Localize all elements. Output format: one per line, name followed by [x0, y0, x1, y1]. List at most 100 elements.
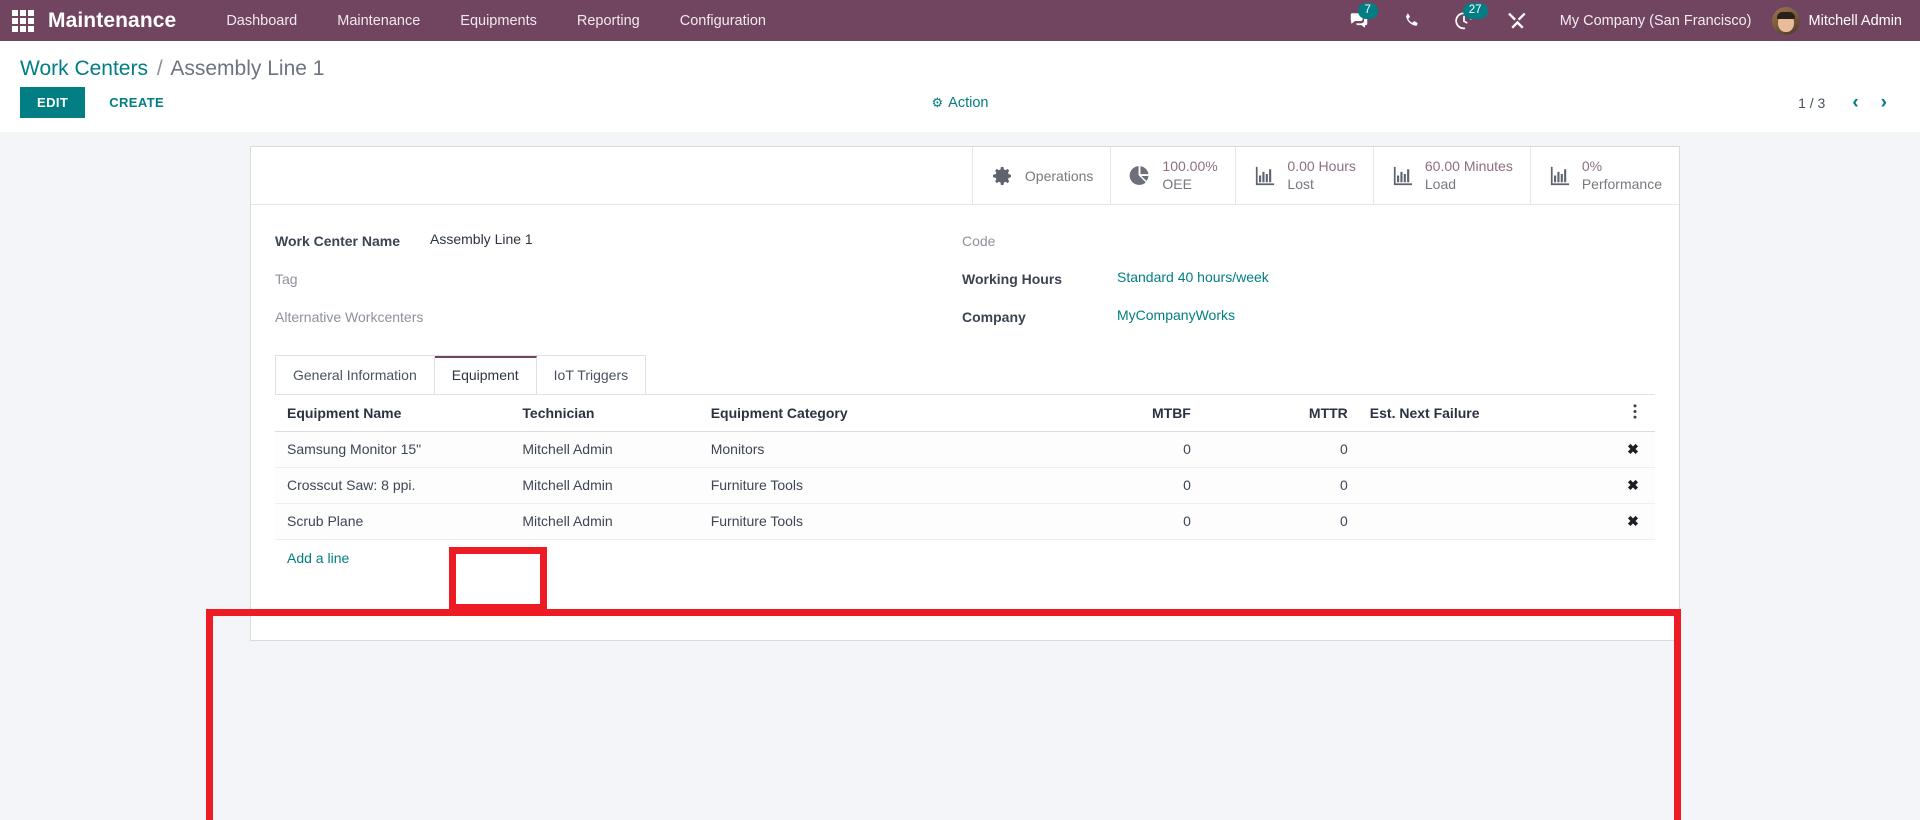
cell-equipment-name[interactable]: Crosscut Saw: 8 ppi. — [275, 467, 511, 504]
gear-icon: ⚙ — [931, 94, 944, 110]
field-group-working-hours: Working Hours Standard 40 hours/week — [962, 269, 1649, 289]
breadcrumb-current: Assembly Line 1 — [170, 57, 325, 80]
remove-row-icon[interactable]: ✖ — [1627, 477, 1639, 493]
app-brand-title[interactable]: Maintenance — [48, 9, 176, 33]
pager-count: 1 / 3 — [1798, 94, 1826, 111]
field-label-alternative-workcenters: Alternative Workcenters — [275, 308, 424, 325]
remove-row-icon[interactable]: ✖ — [1627, 513, 1639, 529]
cell-technician[interactable]: Mitchell Admin — [510, 431, 699, 468]
messages-icon[interactable]: 7 — [1332, 0, 1386, 41]
breadcrumb-root[interactable]: Work Centers — [20, 57, 148, 80]
field-label-working-hours: Working Hours — [962, 270, 1063, 287]
cell-technician[interactable]: Mitchell Admin — [510, 467, 699, 504]
stat-value-load: 60.00 Minutes — [1424, 158, 1513, 175]
pager-previous-icon[interactable]: ‹ — [1843, 93, 1867, 112]
cell-technician[interactable]: Mitchell Admin — [510, 503, 699, 540]
stat-button-lost[interactable]: 0.00 Hours Lost — [1235, 147, 1372, 204]
pager-next-icon[interactable]: › — [1872, 93, 1896, 112]
stat-button-performance[interactable]: 0% Performance — [1529, 147, 1679, 204]
form-column-left: Work Center Name Assembly Line 1 Tag Alt… — [275, 231, 962, 345]
menu-item-reporting[interactable]: Reporting — [557, 2, 660, 40]
navbar-right-zone: 7 27 My Company (San Francisco) Mitchell… — [1332, 0, 1902, 41]
cell-equipment-category[interactable]: Furniture Tools — [698, 503, 1044, 540]
list-bottom-padding — [275, 577, 1655, 640]
apps-grid-icon[interactable] — [10, 8, 36, 34]
field-group-alternative-workcenters: Alternative Workcenters — [275, 307, 962, 327]
add-a-line-button[interactable]: Add a line — [275, 540, 361, 578]
cell-est-next-failure[interactable] — [1357, 431, 1609, 468]
table-row[interactable]: Crosscut Saw: 8 ppi. Mitchell Admin Furn… — [275, 467, 1655, 504]
column-header-mttr[interactable]: MTTR — [1200, 394, 1358, 432]
breadcrumb-separator: / — [156, 57, 163, 80]
cell-mtbf[interactable]: 0 — [1043, 467, 1201, 504]
bar-chart-icon — [1393, 166, 1412, 186]
tab-general-information[interactable]: General Information — [276, 355, 435, 394]
activities-clock-icon[interactable]: 27 — [1437, 0, 1491, 41]
stat-value-performance: 0% — [1581, 158, 1603, 175]
company-switcher[interactable]: My Company (San Francisco) — [1544, 13, 1766, 29]
field-value-working-hours[interactable]: Standard 40 hours/week — [1117, 269, 1269, 285]
cell-equipment-name[interactable]: Scrub Plane — [275, 503, 511, 540]
stat-text-lost: 0.00 Hours Lost — [1287, 158, 1355, 192]
column-header-equipment-name[interactable]: Equipment Name — [275, 394, 511, 432]
menu-item-equipments[interactable]: Equipments — [440, 2, 557, 40]
stat-label-oee: OEE — [1162, 175, 1192, 192]
column-header-mtbf[interactable]: MTBF — [1043, 394, 1201, 432]
cell-remove-row[interactable]: ✖ — [1608, 467, 1655, 504]
stat-button-box: Operations 100.00% OEE 0.00 Hours Lost 6… — [251, 147, 1679, 205]
stat-text-oee: 100.00% OEE — [1162, 158, 1217, 192]
field-value-work-center-name[interactable]: Assembly Line 1 — [430, 231, 533, 247]
field-group-company: Company MyCompanyWorks — [962, 307, 1649, 327]
edit-button[interactable]: EDIT — [20, 87, 86, 118]
remove-row-icon[interactable]: ✖ — [1627, 441, 1639, 457]
bar-chart-icon — [1256, 166, 1275, 186]
create-button[interactable]: CREATE — [95, 87, 178, 118]
gear-icon — [992, 166, 1011, 185]
equipment-one2many-list: Equipment Name Technician Equipment Cate… — [275, 393, 1655, 640]
stat-label-load: Load — [1424, 175, 1457, 192]
stat-button-operations[interactable]: Operations — [971, 147, 1110, 204]
tab-equipment[interactable]: Equipment — [434, 355, 537, 394]
stat-value-lost: 0.00 Hours — [1287, 158, 1356, 175]
cell-mttr[interactable]: 0 — [1200, 431, 1358, 468]
cell-mttr[interactable]: 0 — [1200, 467, 1358, 504]
activities-badge: 27 — [1462, 3, 1488, 20]
cell-remove-row[interactable]: ✖ — [1608, 503, 1655, 540]
phone-icon[interactable] — [1386, 0, 1437, 41]
form-fields: Work Center Name Assembly Line 1 Tag Alt… — [251, 205, 1679, 345]
highlight-box-equipment-table — [206, 609, 1681, 820]
action-menu-button[interactable]: ⚙ Action — [932, 95, 989, 111]
menu-item-dashboard[interactable]: Dashboard — [206, 2, 317, 40]
user-name-label: Mitchell Admin — [1808, 12, 1902, 29]
top-navbar: Maintenance Dashboard Maintenance Equipm… — [0, 0, 1920, 41]
column-header-technician[interactable]: Technician — [510, 394, 699, 432]
field-label-company: Company — [962, 308, 1026, 325]
cell-mtbf[interactable]: 0 — [1043, 503, 1201, 540]
cell-est-next-failure[interactable] — [1357, 503, 1609, 540]
debug-tools-icon[interactable] — [1491, 0, 1544, 41]
cell-mttr[interactable]: 0 — [1200, 503, 1358, 540]
table-row[interactable]: Samsung Monitor 15" Mitchell Admin Monit… — [275, 431, 1655, 468]
user-menu[interactable]: Mitchell Admin — [1766, 6, 1902, 35]
menu-item-maintenance[interactable]: Maintenance — [317, 2, 440, 40]
table-row[interactable]: Scrub Plane Mitchell Admin Furniture Too… — [275, 503, 1655, 540]
stat-button-load[interactable]: 60.00 Minutes Load — [1372, 147, 1530, 204]
breadcrumb: Work Centers / Assembly Line 1 — [0, 41, 1920, 87]
pie-chart-icon — [1130, 166, 1149, 185]
stat-text-performance: 0% Performance — [1582, 158, 1662, 192]
column-header-est-next-failure[interactable]: Est. Next Failure — [1357, 394, 1609, 432]
cell-remove-row[interactable]: ✖ — [1608, 431, 1655, 468]
cell-equipment-category[interactable]: Furniture Tools — [698, 467, 1044, 504]
menu-item-configuration[interactable]: Configuration — [660, 2, 786, 40]
cell-est-next-failure[interactable] — [1357, 467, 1609, 504]
form-view-wrapper: Operations 100.00% OEE 0.00 Hours Lost 6… — [0, 146, 1920, 820]
tab-iot-triggers[interactable]: IoT Triggers — [536, 355, 646, 394]
optional-columns-toggle[interactable] — [1608, 394, 1655, 432]
record-pager: 1 / 3 ‹ › — [1798, 93, 1896, 112]
cell-equipment-name[interactable]: Samsung Monitor 15" — [275, 431, 511, 468]
cell-equipment-category[interactable]: Monitors — [698, 431, 1044, 468]
field-value-company[interactable]: MyCompanyWorks — [1117, 307, 1235, 323]
stat-button-oee[interactable]: 100.00% OEE — [1110, 147, 1235, 204]
column-header-equipment-category[interactable]: Equipment Category — [698, 394, 1044, 432]
cell-mtbf[interactable]: 0 — [1043, 431, 1201, 468]
